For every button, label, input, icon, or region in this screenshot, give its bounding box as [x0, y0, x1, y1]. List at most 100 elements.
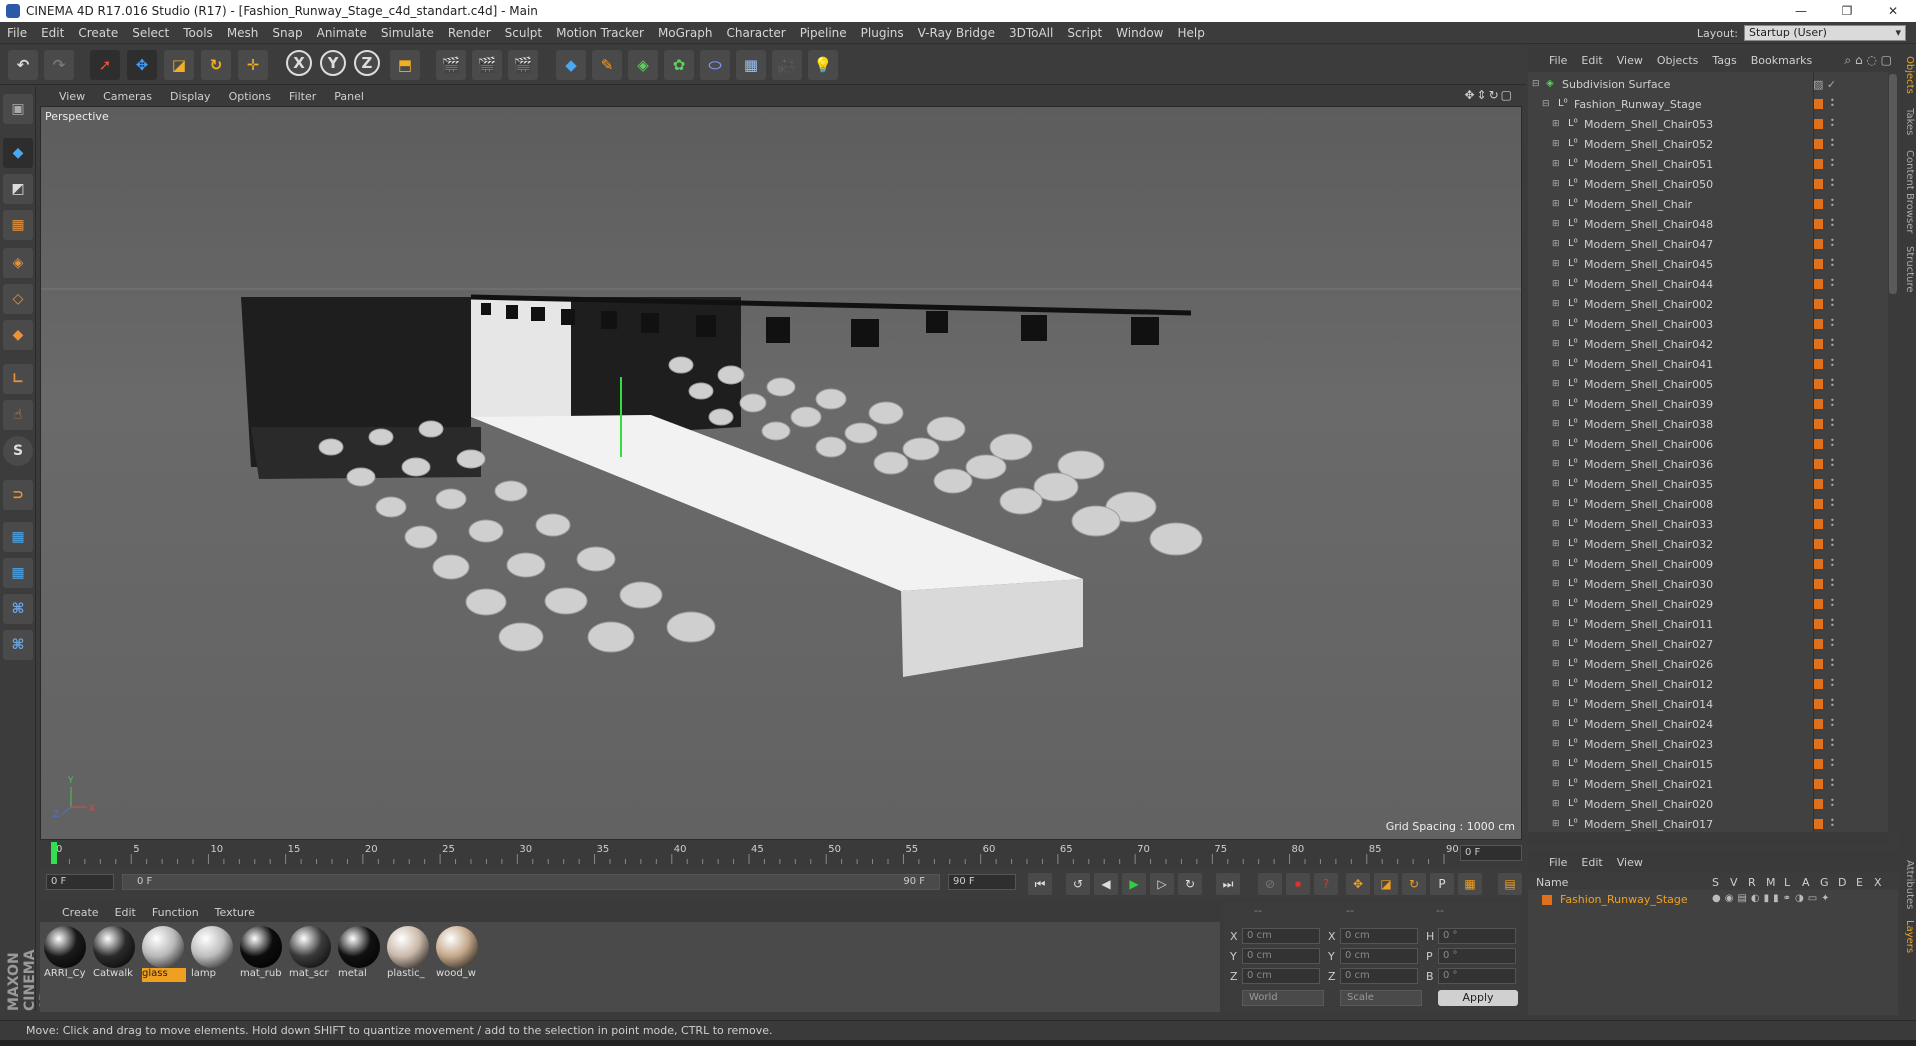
layer-flag-header[interactable]: E [1856, 876, 1863, 889]
om-menu-view[interactable]: View [1610, 54, 1650, 67]
menu-file[interactable]: File [0, 26, 34, 40]
coord-pos-y-field[interactable]: 0 cm [1242, 948, 1320, 964]
next-key-icon[interactable]: ↻ [1178, 873, 1202, 895]
magnet-icon[interactable]: ⊃ [3, 480, 33, 510]
visibility-dots[interactable]: • • [1830, 777, 1835, 790]
visibility-dots[interactable]: • • [1830, 317, 1835, 330]
visibility-dots[interactable]: • • [1830, 597, 1835, 610]
object-row[interactable]: ⊞ L⁰ Modern_Shell_Chair027 • • [1528, 634, 1888, 654]
deformer-icon[interactable]: ⬭ [700, 50, 730, 80]
object-row-root[interactable]: ⊟ ◈ Subdivision Surface ▨ ✓ [1528, 74, 1888, 94]
material-menu-function[interactable]: Function [144, 906, 207, 919]
camera-icon[interactable]: 🎥 [772, 50, 802, 80]
visibility-dots[interactable]: • • [1830, 677, 1835, 690]
expand-icon[interactable]: ⊞ [1552, 639, 1560, 649]
object-row[interactable]: ⊞ L⁰ Modern_Shell_Chair006 • • [1528, 434, 1888, 454]
layer-color-tag[interactable] [1813, 579, 1823, 589]
om-menu-tags[interactable]: Tags [1705, 54, 1743, 67]
visibility-dots[interactable]: • • [1830, 217, 1835, 230]
visibility-dots[interactable]: • • [1830, 277, 1835, 290]
menu-tools[interactable]: Tools [176, 26, 220, 40]
key-parameter-icon[interactable]: P [1430, 873, 1454, 895]
subdivision-surface-icon[interactable]: ◈ [628, 50, 658, 80]
layer-color-tag[interactable] [1813, 239, 1823, 249]
layer-flag-icons[interactable]: ●◉▤◐▮▮⚭◑▭✦ [1712, 893, 1834, 904]
timeline-window-icon[interactable]: ▤ [1498, 873, 1522, 895]
layer-color-tag[interactable] [1813, 679, 1823, 689]
material-swatch[interactable]: ARRI_Cy [44, 926, 88, 986]
object-row[interactable]: ⊞ L⁰ Modern_Shell_Chair039 • • [1528, 394, 1888, 414]
tab-objects[interactable]: Objects [1901, 56, 1915, 94]
layer-color-tag[interactable] [1813, 159, 1823, 169]
object-row[interactable]: ⊞ L⁰ Modern_Shell_Chair035 • • [1528, 474, 1888, 494]
layer-flag-header[interactable]: R [1748, 876, 1756, 889]
menu-animate[interactable]: Animate [310, 26, 374, 40]
object-row[interactable]: ⊞ L⁰ Modern_Shell_Chair005 • • [1528, 374, 1888, 394]
layer-flag-header[interactable]: V [1730, 876, 1738, 889]
visibility-dots[interactable]: • • [1830, 437, 1835, 450]
layer-color-tag[interactable] [1813, 499, 1823, 509]
expand-icon[interactable]: ⊞ [1552, 219, 1560, 229]
object-row[interactable]: ⊞ L⁰ Modern_Shell_Chair024 • • [1528, 714, 1888, 734]
visibility-dots[interactable]: • • [1830, 197, 1835, 210]
coord-rot-b-field[interactable]: 0 ° [1438, 968, 1516, 984]
object-row[interactable]: ⊞ L⁰ Modern_Shell_Chair002 • • [1528, 294, 1888, 314]
expand-icon[interactable]: ⊟ [1542, 99, 1550, 109]
layer-color-tag[interactable] [1813, 379, 1823, 389]
layer-color-tag[interactable] [1813, 479, 1823, 489]
viewport-menu-display[interactable]: Display [161, 90, 220, 103]
menu-plugins[interactable]: Plugins [854, 26, 911, 40]
menu-window[interactable]: Window [1109, 26, 1170, 40]
coord-size-z-field[interactable]: 0 cm [1340, 968, 1418, 984]
menu-script[interactable]: Script [1060, 26, 1109, 40]
object-row[interactable]: ⊞ L⁰ Modern_Shell_Chair029 • • [1528, 594, 1888, 614]
autokey-icon[interactable]: ⏺ [1286, 873, 1310, 895]
apply-button[interactable]: Apply [1438, 990, 1518, 1006]
lm-menu-view[interactable]: View [1610, 856, 1650, 869]
object-row[interactable]: ⊞ L⁰ Modern_Shell_Chair014 • • [1528, 694, 1888, 714]
key-pla-icon[interactable]: ▦ [1458, 873, 1482, 895]
menu-select[interactable]: Select [125, 26, 176, 40]
visibility-dots[interactable]: • • [1830, 537, 1835, 550]
expand-icon[interactable]: ⊞ [1552, 319, 1560, 329]
visibility-dots[interactable]: • • [1830, 477, 1835, 490]
object-row[interactable]: ⊞ L⁰ Modern_Shell_Chair041 • • [1528, 354, 1888, 374]
layout-select[interactable]: Startup (User) [1744, 25, 1906, 41]
python-icon[interactable]: ⌘ [3, 594, 33, 624]
layer-color-tag[interactable] [1813, 619, 1823, 629]
axis-mode-icon[interactable]: ∟ [3, 364, 33, 394]
planar-workplane-icon[interactable]: ▦ [3, 558, 33, 588]
menu-snap[interactable]: Snap [265, 26, 309, 40]
pen-spline-icon[interactable]: ✎ [592, 50, 622, 80]
minimize-button[interactable]: — [1778, 0, 1824, 22]
cloner-icon[interactable]: ✿ [664, 50, 694, 80]
menu-motion-tracker[interactable]: Motion Tracker [549, 26, 651, 40]
transform-icon[interactable]: ✛ [238, 50, 268, 80]
expand-icon[interactable]: ⊞ [1552, 159, 1560, 169]
layer-flag-header[interactable]: D [1838, 876, 1846, 889]
visibility-dots[interactable]: • • [1830, 177, 1835, 190]
visibility-dots[interactable]: • • [1830, 237, 1835, 250]
expand-icon[interactable]: ⊞ [1552, 619, 1560, 629]
layer-color-tag[interactable] [1813, 419, 1823, 429]
expand-icon[interactable]: ⊞ [1552, 799, 1560, 809]
om-menu-edit[interactable]: Edit [1574, 54, 1609, 67]
layer-color-tag[interactable] [1813, 399, 1823, 409]
material-swatch[interactable]: mat_scr [289, 926, 333, 986]
object-row[interactable]: ⊞ L⁰ Modern_Shell_Chair050 • • [1528, 174, 1888, 194]
visibility-dots[interactable]: • • [1830, 397, 1835, 410]
expand-icon[interactable]: ⊞ [1552, 119, 1560, 129]
coord-pos-z-field[interactable]: 0 cm [1242, 968, 1320, 984]
expand-icon[interactable]: ⊞ [1552, 259, 1560, 269]
visibility-dots[interactable]: • • [1830, 297, 1835, 310]
material-swatch[interactable]: Catwalk [93, 926, 137, 986]
menu-character[interactable]: Character [719, 26, 792, 40]
expand-icon[interactable]: ⊞ [1552, 559, 1560, 569]
viewport-menu-view[interactable]: View [50, 90, 94, 103]
object-row[interactable]: ⊞ L⁰ Modern_Shell_Chair030 • • [1528, 574, 1888, 594]
expand-icon[interactable]: ⊞ [1552, 719, 1560, 729]
light-icon[interactable]: 💡 [808, 50, 838, 80]
layer-color-tag[interactable] [1813, 279, 1823, 289]
layer-color-tag[interactable] [1813, 359, 1823, 369]
object-row[interactable]: ⊞ L⁰ Modern_Shell_Chair017 • • [1528, 814, 1888, 832]
